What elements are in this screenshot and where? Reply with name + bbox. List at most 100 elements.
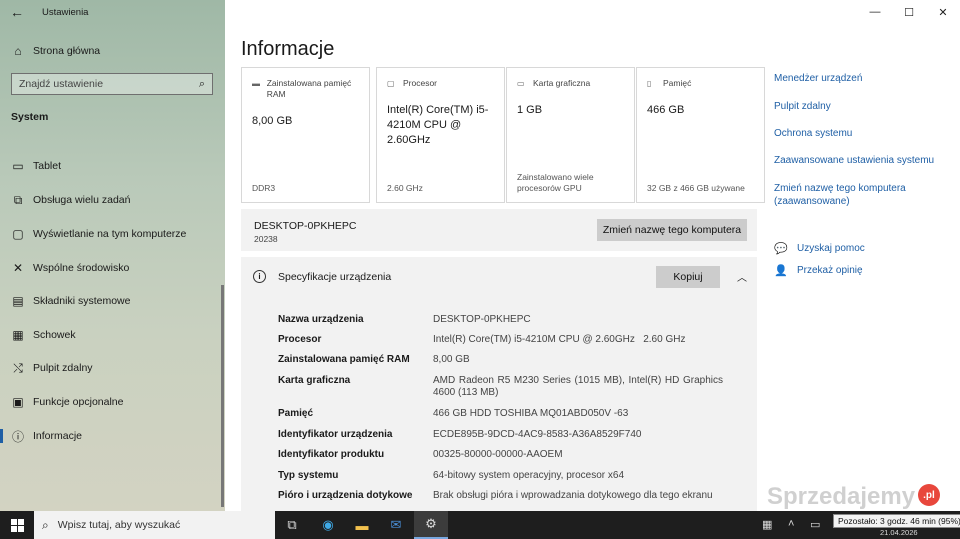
watermark-badge: .pl: [918, 484, 940, 506]
sidebar-scrollbar[interactable]: [221, 285, 224, 507]
feedback-link[interactable]: 👤 Przekaż opinię: [774, 264, 863, 277]
build-number: 20238: [254, 234, 278, 244]
spec-value: Intel(R) Core(TM) i5-4210M CPU @ 2.60GHz…: [433, 334, 686, 345]
spec-row: Pamięć 466 GB HDD TOSHIBA MQ01ABD050V -6…: [278, 408, 748, 420]
spec-key: Identyfikator urządzenia: [278, 429, 393, 440]
edge-icon[interactable]: ◉: [311, 511, 345, 539]
spec-value: 00325-80000-00000-AAOEM: [433, 449, 563, 460]
start-button[interactable]: [0, 511, 34, 539]
card-ram: ▬ Zainstalowana pamięć RAM 8,00 GB DDR3: [241, 67, 370, 203]
sidebar-item-system-components[interactable]: ▤ Składniki systemowe: [0, 286, 225, 316]
spec-value: 8,00 GB: [433, 354, 470, 365]
spec-row: Nazwa urządzenia DESKTOP-0PKHEPC: [278, 314, 748, 326]
tray-network-icon[interactable]: ▭: [810, 518, 820, 531]
feedback-label: Przekaż opinię: [797, 265, 863, 276]
card-label: Pamięć: [663, 78, 692, 88]
sidebar-item-about[interactable]: ⓘ Informacje: [0, 421, 225, 451]
cpu-icon: ▢: [387, 79, 395, 88]
file-explorer-icon[interactable]: ▬: [345, 511, 379, 539]
home-icon: ⌂: [14, 44, 22, 58]
tray-chevron-icon[interactable]: ˄: [788, 518, 794, 530]
tray-keyboard-icon[interactable]: ▦: [762, 518, 772, 531]
settings-sidebar: ← Ustawienia ⌂ Strona główna ⌕ System ▭ …: [0, 0, 225, 511]
taskbar: ⌕ Wpisz tutaj, aby wyszukać ⧉ ◉ ▬ ✉ ⚙ ▦ …: [0, 511, 960, 539]
device-manager-link[interactable]: Menedżer urządzeń: [774, 72, 862, 85]
device-specs-body: Nazwa urządzenia DESKTOP-0PKHEPC Proceso…: [241, 297, 757, 511]
sidebar-item-multitasking[interactable]: ⧉ Obsługa wielu zadań: [0, 185, 225, 215]
taskbar-date: 21.04.2026: [880, 528, 918, 537]
device-specs-title: Specyfikacje urządzenia: [278, 271, 392, 283]
sidebar-item-clipboard[interactable]: ▦ Schowek: [0, 320, 225, 350]
sidebar-item-optional-features[interactable]: ▣ Funkcje opcjonalne: [0, 387, 225, 417]
sidebar-item-remote-desktop[interactable]: ⤭ Pulpit zdalny: [0, 353, 225, 383]
card-value: 8,00 GB: [252, 115, 293, 127]
taskbar-search[interactable]: ⌕ Wpisz tutaj, aby wyszukać: [34, 511, 275, 539]
storage-icon: ▯: [647, 79, 652, 88]
card-foot: 32 GB z 466 GB używane: [647, 183, 745, 193]
sidebar-item-label: Strona główna: [33, 45, 101, 57]
card-label: Karta graficzna: [533, 78, 591, 88]
sidebar-item-label: Wyświetlanie na tym komputerze: [33, 228, 187, 240]
sidebar-item-shared-experiences[interactable]: ✕ Wspólne środowisko: [0, 253, 225, 283]
sidebar-item-label: Pulpit zdalny: [33, 362, 93, 374]
remote-desktop-icon: ⤭: [13, 360, 23, 375]
card-label: Procesor: [403, 78, 438, 88]
spec-row: Identyfikator produktu 00325-80000-00000…: [278, 449, 748, 461]
sidebar-item-label: Wspólne środowisko: [33, 262, 130, 274]
spec-row: Zainstalowana pamięć RAM 8,00 GB: [278, 354, 748, 366]
spec-row: Karta graficzna AMD Radeon R5 M230 Serie…: [278, 375, 748, 399]
card-label: Zainstalowana pamięć RAM: [266, 78, 352, 99]
copy-specs-button[interactable]: Kopiuj: [656, 266, 720, 288]
mail-icon[interactable]: ✉: [379, 511, 413, 539]
tablet-icon: ▭: [12, 159, 24, 173]
spec-value: 466 GB HDD TOSHIBA MQ01ABD050V -63: [433, 408, 629, 419]
spec-key: Pamięć: [278, 408, 314, 419]
task-view-icon[interactable]: ⧉: [275, 511, 309, 539]
optional-features-icon: ▣: [12, 395, 24, 409]
card-gpu: ▭ Karta graficzna 1 GB Zainstalowano wiel…: [506, 67, 635, 203]
projecting-icon: ▢: [12, 227, 24, 241]
clipboard-icon: ▦: [12, 328, 24, 342]
spec-value: AMD Radeon R5 M230 Series (1015 MB), Int…: [433, 375, 723, 398]
advanced-system-settings-link[interactable]: Zaawansowane ustawienia systemu: [774, 154, 934, 167]
sidebar-item-label: Obsługa wielu zadań: [33, 194, 131, 206]
chevron-up-icon[interactable]: ︿: [737, 269, 747, 284]
settings-gear-icon[interactable]: ⚙: [414, 511, 448, 539]
feedback-person-icon: 👤: [774, 265, 788, 277]
rename-pc-advanced-link[interactable]: Zmień nazwę tego komputera (zaawansowane…: [774, 182, 944, 208]
spec-row: Typ systemu 64-bitowy system operacyjny,…: [278, 470, 748, 482]
back-arrow-icon[interactable]: ←: [0, 0, 34, 24]
device-name: DESKTOP-0PKHEPC: [254, 220, 357, 232]
maximize-button[interactable]: ☐: [892, 0, 926, 24]
spec-key: Nazwa urządzenia: [278, 314, 364, 325]
settings-search[interactable]: ⌕: [11, 73, 213, 95]
about-page: — ☐ ✕ Informacje ▬ Zainstalowana pamięć R…: [225, 0, 960, 511]
search-icon: ⌕: [198, 77, 205, 90]
taskbar-search-placeholder: Wpisz tutaj, aby wyszukać: [57, 519, 181, 531]
sidebar-item-tablet[interactable]: ▭ Tablet: [0, 151, 225, 181]
spec-value: DESKTOP-0PKHEPC: [433, 314, 531, 325]
spec-key: Procesor: [278, 334, 322, 345]
sidebar-item-projecting[interactable]: ▢ Wyświetlanie na tym komputerze: [0, 219, 225, 249]
info-icon: ⓘ: [11, 429, 24, 444]
rename-pc-button[interactable]: Zmień nazwę tego komputera: [597, 219, 747, 241]
card-foot: DDR3: [252, 183, 276, 193]
spec-key: Identyfikator produktu: [278, 449, 385, 460]
search-icon: ⌕: [42, 517, 49, 532]
card-foot: 2.60 GHz: [387, 183, 423, 193]
device-specs-header[interactable]: i Specyfikacje urządzenia Kopiuj ︿: [241, 257, 757, 297]
remote-desktop-link[interactable]: Pulpit zdalny: [774, 100, 831, 113]
system-protection-link[interactable]: Ochrona systemu: [774, 127, 852, 140]
sidebar-item-label: Schowek: [33, 329, 76, 341]
close-button[interactable]: ✕: [926, 0, 960, 24]
settings-search-input[interactable]: [19, 78, 199, 90]
info-icon: i: [253, 270, 266, 283]
minimize-button[interactable]: —: [858, 0, 892, 24]
spec-value: 64-bitowy system operacyjny, procesor x6…: [433, 470, 625, 481]
card-value: 466 GB: [647, 104, 685, 116]
battery-tooltip: Pozostało: 3 godz. 46 min (95%): [833, 514, 960, 528]
sidebar-item-home[interactable]: ⌂ Strona główna: [0, 36, 225, 66]
get-help-link[interactable]: 💬 Uzyskaj pomoc: [774, 242, 865, 255]
get-help-label: Uzyskaj pomoc: [797, 243, 865, 254]
shared-experiences-icon: ✕: [12, 261, 24, 275]
